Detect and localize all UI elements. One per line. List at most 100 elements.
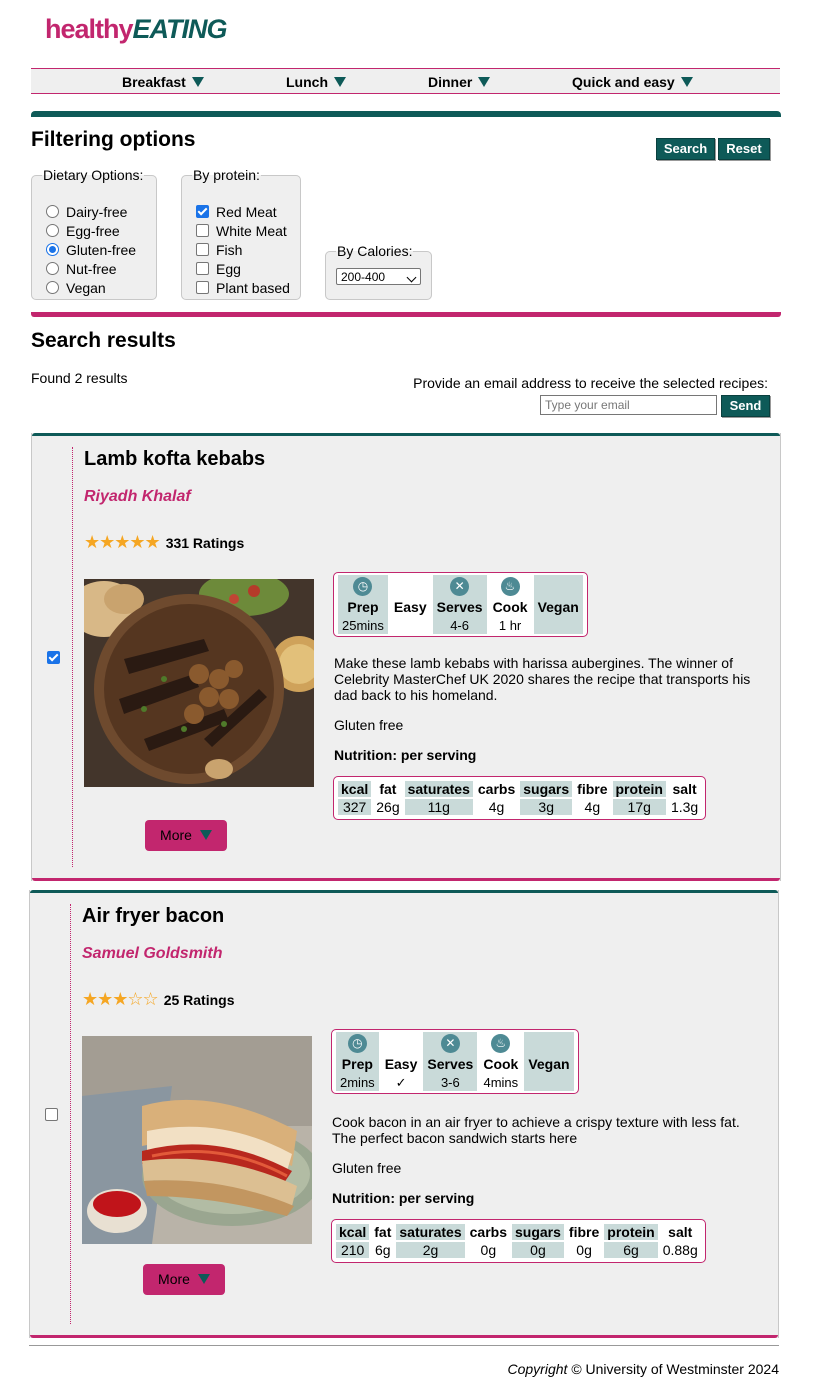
info-header-prep: Prep — [338, 597, 388, 617]
footer-divider — [29, 1345, 779, 1346]
nut-header: salt — [668, 1224, 693, 1240]
nav-lunch[interactable]: Lunch — [286, 74, 346, 90]
nut-header: protein — [604, 1224, 658, 1240]
nav-dinner[interactable]: Dinner — [428, 74, 491, 90]
dietary-dairy-free[interactable]: Dairy-free — [46, 204, 127, 220]
protein-egg[interactable]: Egg — [196, 261, 241, 277]
email-prompt: Provide an email address to receive the … — [413, 375, 768, 391]
info-value-cook: 4mins — [483, 1075, 519, 1090]
air-fryer-bacon-photo — [82, 1036, 312, 1244]
results-count: Found 2 results — [31, 370, 128, 386]
nut-header: protein — [612, 781, 666, 797]
nut-header: saturates — [404, 781, 473, 797]
protein-white-meat[interactable]: White Meat — [196, 223, 287, 239]
info-value-easy — [390, 617, 431, 634]
nut-header: fat — [379, 781, 397, 797]
site-logo[interactable]: healthyEATING — [45, 14, 228, 45]
recipe-select-checkbox[interactable] — [47, 651, 60, 664]
info-value-serves: 4-6 — [432, 617, 487, 634]
nut-header: fibre — [577, 781, 608, 797]
recipe-card: Air fryer bacon Samuel Goldsmith ★★★☆☆ 25… — [29, 890, 779, 1338]
card-divider — [70, 904, 71, 1324]
protein-fish[interactable]: Fish — [196, 242, 242, 258]
more-button[interactable]: More — [143, 1264, 225, 1295]
calories-select[interactable]: 200-400 — [336, 268, 421, 285]
recipe-info-table: ◷ ✕ ♨ Prep Easy Serves Cook Vegan 2mins … — [331, 1029, 579, 1094]
nut-value: 210 — [336, 1242, 370, 1258]
cutlery-icon: ✕ — [432, 575, 487, 597]
calories-group: By Calories: 200-400 — [325, 243, 432, 300]
recipe-info-table: ◷ ✕ ♨ Prep Easy Serves Cook Vegan 25mins… — [333, 572, 588, 637]
card-bottom-border — [30, 1335, 778, 1338]
nav-breakfast[interactable]: Breakfast — [122, 74, 204, 90]
radio-button-selected[interactable] — [46, 243, 59, 256]
triangle-down-icon — [478, 77, 491, 87]
chef-hat-icon: ♨ — [489, 575, 532, 597]
calories-legend: By Calories: — [337, 243, 413, 259]
star-icon: ★★★ — [82, 989, 128, 1009]
radio-button[interactable] — [46, 205, 59, 218]
dietary-egg-free[interactable]: Egg-free — [46, 223, 120, 239]
recipe-select-checkbox[interactable] — [45, 1108, 58, 1121]
nut-header: carbs — [477, 781, 516, 797]
nut-value: 4g — [584, 799, 601, 815]
info-header-vegan: Vegan — [524, 1054, 574, 1074]
checkbox[interactable] — [196, 281, 209, 294]
protein-plant-based[interactable]: Plant based — [196, 280, 290, 296]
nut-value: 0.88g — [662, 1242, 698, 1258]
copyright-text: © University of Westminster 2024 — [571, 1361, 779, 1377]
nutrition-table: kcal fat saturates carbs sugars fibre pr… — [333, 776, 707, 820]
more-button[interactable]: More — [145, 820, 227, 851]
calories-selected-value: 200-400 — [341, 270, 386, 284]
recipe-description: Cook bacon in an air fryer to achieve a … — [332, 1114, 740, 1146]
dietary-vegan[interactable]: Vegan — [46, 280, 106, 296]
checkbox[interactable] — [196, 262, 209, 275]
rating-stars: ★★★☆☆ 25 Ratings — [82, 989, 235, 1010]
radio-button[interactable] — [46, 224, 59, 237]
nut-value: 0g — [480, 1242, 497, 1258]
triangle-down-icon — [199, 830, 212, 840]
radio-button[interactable] — [46, 262, 59, 275]
nut-value: 3g — [520, 799, 573, 815]
recipe-photo[interactable] — [82, 1036, 312, 1244]
protein-red-meat[interactable]: Red Meat — [196, 204, 277, 220]
card-bottom-border — [32, 878, 780, 881]
clock-icon: ◷ — [338, 575, 388, 597]
checkbox[interactable] — [196, 243, 209, 256]
send-button[interactable]: Send — [721, 395, 770, 417]
checkbox[interactable] — [196, 224, 209, 237]
info-header-serves: Serves — [423, 1054, 478, 1074]
search-button[interactable]: Search — [656, 138, 715, 160]
info-value-vegan — [524, 1074, 574, 1091]
recipe-card: Lamb kofta kebabs Riyadh Khalaf ★★★★★ 331… — [31, 433, 781, 881]
triangle-down-icon — [334, 77, 346, 87]
recipe-author[interactable]: Riyadh Khalaf — [84, 488, 191, 506]
nut-value: 17g — [612, 799, 666, 815]
nut-header: carbs — [469, 1224, 507, 1240]
chef-hat-icon: ♨ — [479, 1032, 522, 1054]
nut-value: 6g — [375, 1242, 391, 1258]
dietary-legend: Dietary Options: — [43, 167, 144, 183]
nut-header: sugars — [520, 781, 573, 797]
radio-button[interactable] — [46, 281, 59, 294]
recipe-title[interactable]: Air fryer bacon — [82, 905, 224, 928]
copyright-word: Copyright — [507, 1361, 568, 1377]
recipe-photo[interactable] — [84, 579, 314, 787]
nut-value: 0g — [576, 1242, 592, 1258]
ratings-count: 331 Ratings — [165, 535, 245, 551]
checkbox-checked[interactable] — [196, 205, 209, 218]
triangle-down-icon — [680, 77, 693, 87]
email-input[interactable]: Type your email — [540, 395, 717, 415]
recipe-title[interactable]: Lamb kofta kebabs — [84, 448, 265, 471]
recipe-author[interactable]: Samuel Goldsmith — [82, 945, 222, 963]
reset-button[interactable]: Reset — [718, 138, 770, 160]
nav-quick-and-easy[interactable]: Quick and easy — [572, 74, 693, 90]
dietary-nut-free[interactable]: Nut-free — [46, 261, 117, 277]
nut-value: 6g — [604, 1242, 658, 1258]
dietary-gluten-free[interactable]: Gluten-free — [46, 242, 136, 258]
nav-breakfast-label: Breakfast — [122, 74, 186, 90]
info-value-vegan — [533, 617, 583, 634]
rating-stars: ★★★★★ 331 Ratings — [84, 532, 244, 553]
nut-value: 1.3g — [670, 799, 699, 815]
info-header-easy: Easy — [393, 599, 427, 615]
